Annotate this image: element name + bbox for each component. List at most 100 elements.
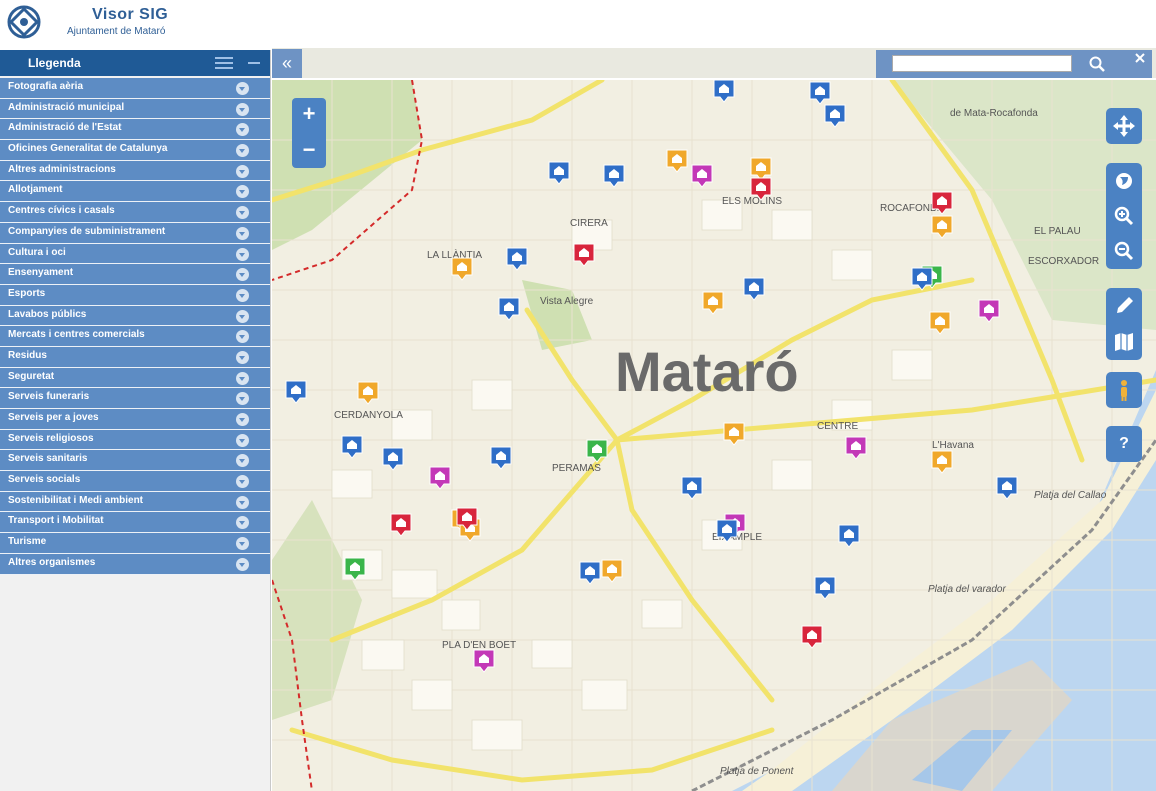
expand-icon[interactable]	[236, 350, 249, 364]
expand-icon[interactable]	[236, 164, 249, 178]
expand-icon[interactable]	[236, 516, 249, 530]
map-label: CIRERA	[570, 218, 608, 229]
legend-panel: Llegenda Fotografia aèria Administració m…	[0, 50, 271, 791]
expand-icon[interactable]	[236, 495, 249, 509]
collapse-panel-button[interactable]: «	[272, 49, 302, 78]
expand-icon[interactable]	[236, 82, 249, 95]
legend-item[interactable]: Serveis religiosos	[0, 429, 270, 451]
legend-item[interactable]: Residus	[0, 346, 270, 368]
help-button[interactable]: ?	[1106, 426, 1142, 462]
legend-item[interactable]: Altres organismes	[0, 553, 270, 575]
pan-button[interactable]	[1106, 108, 1142, 144]
legend-header: Llegenda	[0, 50, 270, 76]
legend-item[interactable]: Companyies de subministrament	[0, 222, 270, 244]
expand-icon[interactable]	[236, 413, 249, 426]
expand-icon[interactable]	[236, 226, 249, 240]
legend-item-label: Esports	[8, 287, 46, 299]
expand-icon[interactable]	[236, 102, 249, 116]
pegman-icon	[1121, 380, 1127, 401]
zoom-out-button[interactable]: −	[292, 134, 326, 168]
zoom-out-icon[interactable]	[1106, 233, 1142, 269]
legend-item-label: Serveis religiosos	[8, 432, 94, 444]
map-label: PERAMAS	[552, 463, 601, 474]
expand-icon[interactable]	[236, 309, 249, 323]
expand-icon[interactable]	[236, 330, 249, 344]
expand-icon[interactable]	[236, 454, 249, 468]
map-icon[interactable]	[1106, 324, 1142, 360]
legend-item[interactable]: Lavabos públics	[0, 305, 270, 327]
drawing-tools-group	[1106, 288, 1142, 360]
map-label: ELS MOLINS	[722, 196, 782, 207]
legend-item-label: Transport i Mobilitat	[8, 515, 104, 527]
search-input[interactable]	[892, 55, 1072, 72]
expand-icon[interactable]	[236, 123, 249, 137]
legend-item[interactable]: Serveis sanitaris	[0, 450, 270, 472]
legend-item[interactable]: Seguretat	[0, 367, 270, 389]
legend-item-label: Seguretat	[8, 370, 55, 382]
legend-title: Llegenda	[28, 56, 81, 70]
expand-icon[interactable]	[236, 247, 249, 261]
legend-item-label: Fotografia aèria	[8, 81, 84, 92]
expand-icon[interactable]	[236, 537, 249, 551]
legend-item-label: Lavabos públics	[8, 308, 87, 320]
app-title: Visor SIG	[92, 6, 169, 23]
legend-item[interactable]: Serveis funeraris	[0, 388, 270, 409]
legend-item[interactable]: Fotografia aèria	[0, 78, 270, 99]
legend-item[interactable]: Serveis socials	[0, 471, 270, 492]
expand-icon[interactable]	[236, 206, 249, 220]
legend-item[interactable]: Mercats i centres comercials	[0, 326, 270, 347]
map-label: Platja de Ponent	[720, 766, 795, 777]
expand-icon[interactable]	[236, 268, 249, 282]
minimize-icon[interactable]	[247, 56, 261, 70]
legend-item[interactable]: Altres administracions	[0, 160, 270, 182]
expand-icon[interactable]	[236, 475, 249, 489]
map-canvas[interactable]: EL PALAU ESCORXADOR de Mata-Rocafonda RO…	[272, 80, 1156, 791]
list-icon[interactable]	[215, 56, 233, 70]
zoom-in-button[interactable]: +	[292, 98, 326, 132]
legend-item-label: Serveis funeraris	[8, 391, 90, 403]
legend-item[interactable]: Administració municipal	[0, 98, 270, 120]
map-label: L'Havana	[932, 440, 974, 451]
legend-list: Fotografia aèria Administració municipal A…	[0, 78, 270, 575]
ajuntament-logo-icon	[7, 5, 41, 39]
search-icon[interactable]	[1088, 55, 1106, 73]
pencil-icon[interactable]	[1106, 288, 1142, 324]
legend-item[interactable]: Ensenyament	[0, 264, 270, 285]
map-label: de Mata-Rocafonda	[950, 108, 1038, 119]
expand-icon[interactable]	[236, 144, 249, 158]
zoom-control: + −	[292, 98, 326, 168]
close-icon[interactable]	[1134, 52, 1146, 64]
legend-item[interactable]: Turisme	[0, 533, 270, 554]
map-label: EL PALAU	[1034, 226, 1081, 237]
legend-item[interactable]: Oficines Generalitat de Catalunya	[0, 140, 270, 161]
legend-item[interactable]: Serveis per a joves	[0, 409, 270, 430]
legend-item[interactable]: Centres cívics i casals	[0, 202, 270, 223]
legend-item-label: Residus	[8, 349, 47, 361]
map-label: ESCORXADOR	[1028, 256, 1099, 267]
legend-item-label: Mercats i centres comercials	[8, 329, 145, 341]
legend-item-label: Serveis socials	[8, 474, 81, 486]
expand-icon[interactable]	[236, 392, 249, 406]
legend-item[interactable]: Allotjament	[0, 181, 270, 203]
street-view-button[interactable]	[1106, 372, 1142, 408]
legend-item-label: Serveis per a joves	[8, 412, 99, 423]
map-label: Platja del Callao	[1034, 490, 1107, 501]
expand-icon[interactable]	[236, 371, 249, 385]
expand-icon[interactable]	[236, 288, 249, 302]
map-label: CENTRE	[817, 421, 858, 432]
legend-item-label: Cultura i oci	[8, 246, 66, 258]
map-tools-group	[1106, 163, 1142, 269]
legend-item[interactable]: Esports	[0, 284, 270, 306]
expand-icon[interactable]	[236, 433, 249, 447]
expand-icon[interactable]	[236, 185, 249, 199]
app-header: Visor SIG Ajuntament de Mataró	[0, 0, 1156, 48]
map-view[interactable]: EL PALAU ESCORXADOR de Mata-Rocafonda RO…	[272, 80, 1156, 791]
globe-icon[interactable]	[1106, 163, 1142, 199]
legend-item[interactable]: Sostenibilitat i Medi ambient	[0, 491, 270, 513]
zoom-in-icon[interactable]	[1106, 198, 1142, 234]
legend-item[interactable]: Administració de l'Estat	[0, 119, 270, 141]
app-subtitle: Ajuntament de Mataró	[67, 26, 166, 37]
expand-icon[interactable]	[236, 557, 249, 571]
legend-item[interactable]: Transport i Mobilitat	[0, 512, 270, 534]
legend-item[interactable]: Cultura i oci	[0, 243, 270, 265]
